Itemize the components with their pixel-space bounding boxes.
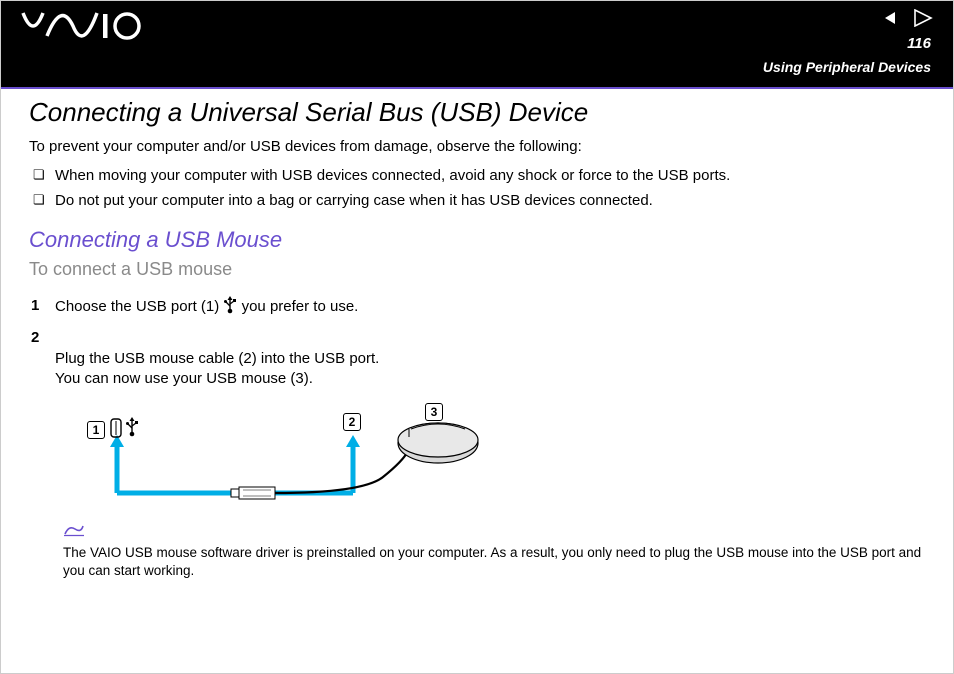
nav-arrows bbox=[883, 9, 933, 27]
header: 116 Using Peripheral Devices bbox=[1, 1, 953, 87]
step-item: Plug the USB mouse cable (2) into the US… bbox=[29, 324, 925, 393]
callout-label: 1 bbox=[87, 421, 105, 439]
step-text: Choose the USB port (1) bbox=[55, 298, 223, 315]
page-number: 116 bbox=[907, 35, 931, 52]
note-icon bbox=[63, 523, 85, 542]
connection-diagram: 1 2 3 bbox=[63, 407, 503, 517]
warning-list: When moving your computer with USB devic… bbox=[29, 163, 925, 213]
section-title: Using Peripheral Devices bbox=[763, 59, 931, 75]
subsection-heading: Connecting a USB Mouse bbox=[29, 227, 925, 253]
note: The VAIO USB mouse software driver is pr… bbox=[63, 523, 925, 580]
callout-label: 3 bbox=[425, 403, 443, 421]
step-item: Choose the USB port (1) you prefer to us… bbox=[29, 292, 925, 324]
next-page-icon[interactable] bbox=[913, 9, 933, 27]
prev-page-icon[interactable] bbox=[883, 10, 899, 26]
content: Connecting a Universal Serial Bus (USB) … bbox=[1, 89, 953, 580]
vaio-logo bbox=[21, 11, 141, 50]
step-text: you prefer to use. bbox=[237, 298, 358, 315]
procedure-title: To connect a USB mouse bbox=[29, 259, 925, 280]
steps-list: Choose the USB port (1) you prefer to us… bbox=[29, 292, 925, 393]
list-item: Do not put your computer into a bag or c… bbox=[29, 188, 925, 213]
note-text: The VAIO USB mouse software driver is pr… bbox=[63, 545, 921, 578]
page-heading: Connecting a Universal Serial Bus (USB) … bbox=[29, 97, 925, 128]
intro-text: To prevent your computer and/or USB devi… bbox=[29, 138, 925, 155]
step-text: Plug the USB mouse cable (2) into the US… bbox=[55, 350, 379, 387]
callout-label: 2 bbox=[343, 413, 361, 431]
usb-icon bbox=[223, 296, 237, 320]
list-item: When moving your computer with USB devic… bbox=[29, 163, 925, 188]
